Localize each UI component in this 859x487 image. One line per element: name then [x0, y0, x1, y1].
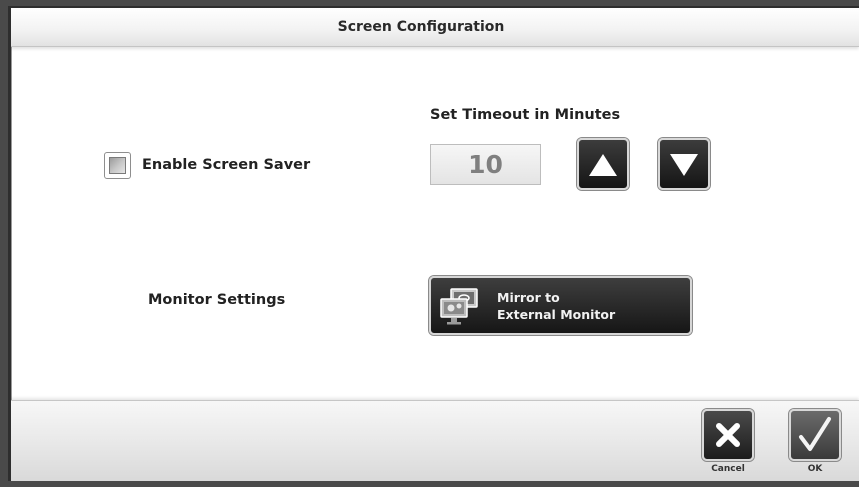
- ok-label: OK: [807, 464, 823, 474]
- footer-bar: Cancel OK: [11, 400, 859, 481]
- ok-button[interactable]: [789, 409, 841, 461]
- enable-screen-saver-checkbox[interactable]: [104, 152, 131, 179]
- cancel-button[interactable]: [702, 409, 754, 461]
- checkbox-box: [109, 157, 126, 174]
- checkmark-icon: [799, 417, 831, 451]
- x-icon: [716, 423, 740, 447]
- screen-configuration-window: Screen Configuration Enable Screen Saver…: [8, 6, 859, 481]
- timeout-heading: Set Timeout in Minutes: [430, 107, 621, 123]
- window-title: Screen Configuration: [337, 19, 505, 35]
- increase-timeout-button[interactable]: [577, 138, 629, 190]
- monitor-settings-icon: [440, 288, 478, 325]
- triangle-up-icon: [589, 154, 617, 176]
- cancel-label: Cancel: [711, 464, 745, 474]
- monitor-settings-label: Monitor Settings: [148, 292, 286, 308]
- enable-screen-saver-label: Enable Screen Saver: [142, 157, 311, 173]
- mirror-to-external-monitor-button[interactable]: Mirror to External Monitor: [429, 276, 692, 335]
- triangle-down-icon: [670, 154, 698, 176]
- mirror-button-text: Mirror to External Monitor: [497, 289, 615, 323]
- timeout-value: 10: [468, 150, 503, 179]
- decrease-timeout-button[interactable]: [658, 138, 710, 190]
- title-bar: Screen Configuration: [11, 8, 859, 47]
- timeout-value-field: 10: [430, 144, 541, 185]
- mirror-line-1: Mirror to: [497, 290, 560, 305]
- mirror-line-2: External Monitor: [497, 307, 616, 322]
